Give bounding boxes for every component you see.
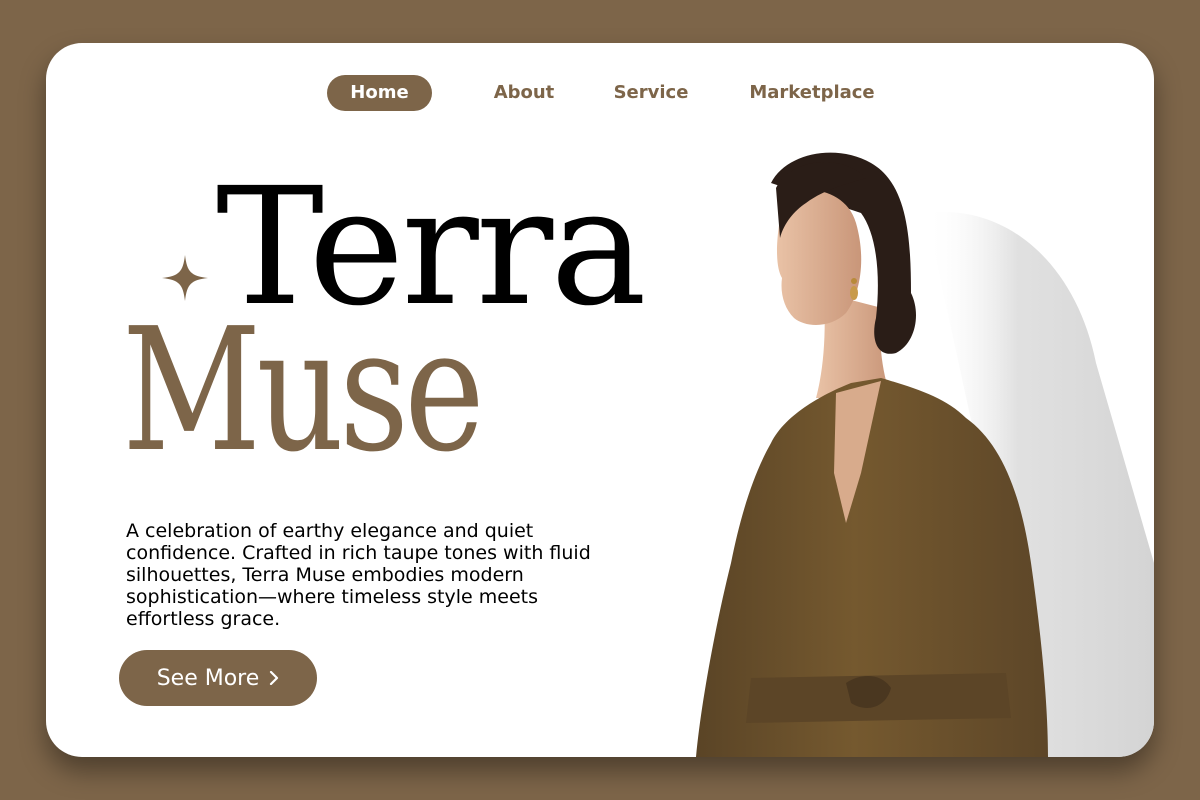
see-more-label: See More: [156, 665, 260, 691]
hero-title-muse: Muse: [122, 292, 485, 490]
landing-card: Home About Service Marketplace Terra Mus…: [46, 43, 1154, 757]
hero-description: A celebration of earthy elegance and qui…: [126, 520, 591, 630]
main-nav: Home About Service Marketplace: [46, 75, 1154, 111]
nav-marketplace[interactable]: Marketplace: [742, 75, 882, 111]
nav-home[interactable]: Home: [327, 75, 432, 111]
see-more-button[interactable]: See More: [119, 650, 317, 706]
nav-about[interactable]: About: [478, 75, 570, 111]
model-photo: [696, 152, 1154, 757]
nav-service[interactable]: Service: [606, 75, 696, 111]
chevron-right-icon: [270, 671, 279, 685]
